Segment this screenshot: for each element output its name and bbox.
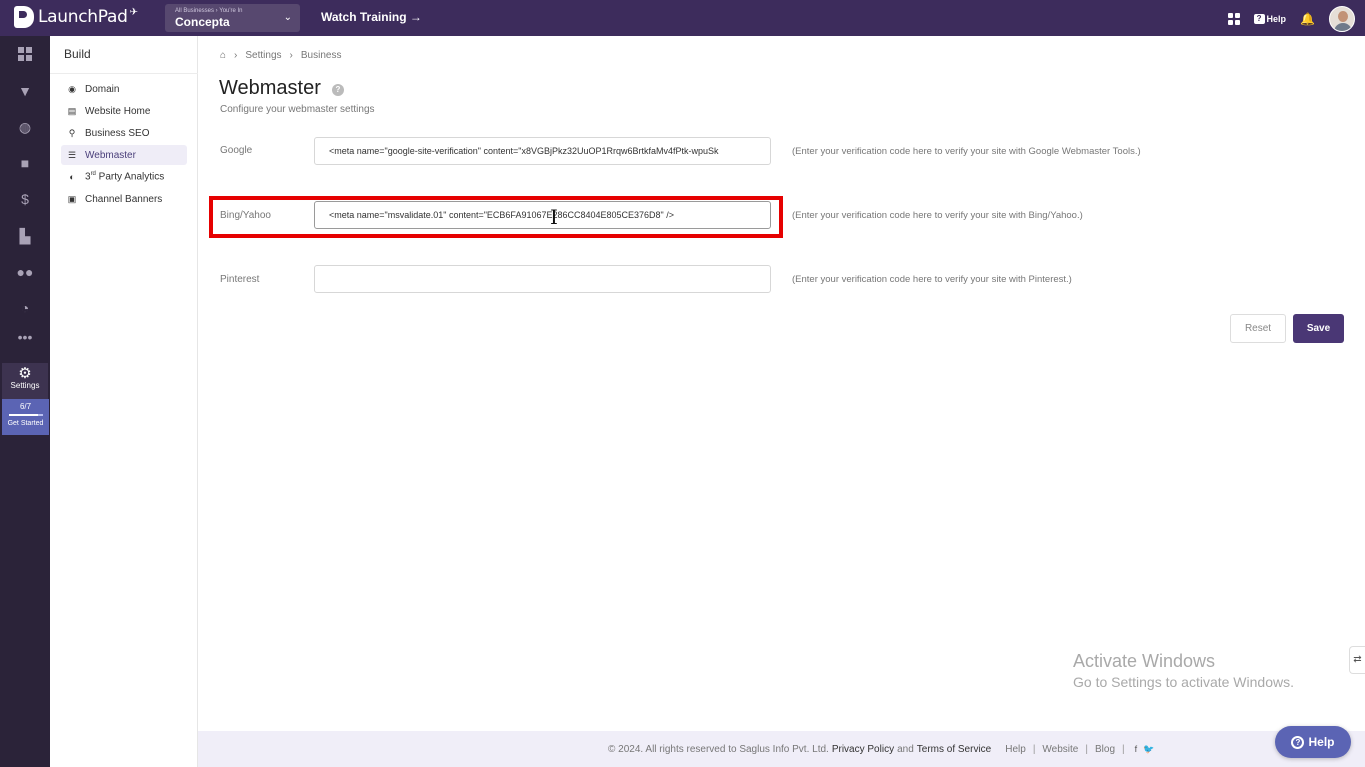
chevron-right-icon: › [234, 50, 238, 61]
rocket-icon: ✈ [129, 6, 138, 18]
launchpad-logo[interactable]: LaunchPad ✈ [14, 6, 138, 28]
sidebar-item-label: Domain [85, 83, 120, 95]
sidebar-item-label: Channel Banners [85, 193, 163, 205]
business-switcher[interactable]: All Businesses › You're In Concepta ⌄ [165, 4, 300, 32]
separator: | [1032, 743, 1036, 755]
watch-training-link[interactable]: Watch Training → [321, 10, 422, 24]
divider [50, 73, 198, 74]
help-question-icon[interactable]: ? [332, 84, 344, 96]
reset-button[interactable]: Reset [1230, 314, 1286, 343]
bing-verification-input[interactable]: <meta name="msvalidate.01" content="ECB6… [314, 201, 771, 229]
dollar-icon[interactable]: $ [0, 184, 50, 214]
settings-nav[interactable]: ⚙ Settings [2, 363, 48, 401]
sidebar-item-business-seo[interactable]: ⚲ Business SEO [61, 123, 187, 143]
analytics-icon: ◐ [69, 172, 75, 182]
sidebar-item-label: Website Home [85, 105, 151, 117]
twitter-icon[interactable]: 🐦 [1143, 744, 1154, 755]
user-avatar[interactable] [1329, 6, 1355, 32]
sidebar-item-label: Business SEO [85, 127, 150, 139]
and-text: and [897, 743, 914, 755]
chevron-down-icon: ⌄ [283, 12, 292, 23]
footer-blog-link[interactable]: Blog [1095, 744, 1115, 755]
feedback-tab-icon[interactable]: ⇄ [1349, 646, 1365, 674]
business-name: Concepta [175, 15, 230, 29]
windows-activation-watermark: Activate Windows Go to Settings to activ… [1073, 651, 1294, 690]
bing-label: Bing/Yahoo [220, 210, 271, 221]
pinterest-hint: (Enter your verification code here to ve… [792, 274, 1072, 285]
copyright-text: © 2024. All rights reserved to Saglus In… [608, 743, 829, 755]
home-icon[interactable]: ⌂ [220, 50, 226, 61]
google-hint: (Enter your verification code here to ve… [792, 146, 1141, 157]
gauge-icon[interactable]: ◔ [0, 293, 50, 323]
reports-icon[interactable]: ▙ [0, 221, 50, 251]
bing-hint: (Enter your verification code here to ve… [792, 210, 1083, 221]
more-icon[interactable]: ••• [0, 322, 50, 352]
separator: | [1085, 743, 1088, 755]
users-icon[interactable]: ●● [0, 257, 50, 287]
main-content: ⌂ › Settings › Business Webmaster ? Conf… [198, 36, 1365, 731]
get-started-label: Get Started [7, 420, 44, 427]
globe-nav-icon[interactable]: ◍ [0, 112, 50, 142]
help-chat-icon: ? [1253, 14, 1265, 24]
webpage-icon: ▤ [67, 105, 77, 116]
breadcrumb: ⌂ › Settings › Business [220, 50, 341, 61]
sidebar-item-label: 3rd Party Analytics [85, 171, 165, 183]
build-sidebar: Build ◉ Domain ▤ Website Home ⚲ Business… [50, 36, 198, 767]
footer: © 2024. All rights reserved to Saglus In… [198, 731, 1365, 767]
webmaster-icon: ☰ [67, 149, 77, 160]
get-started-progress[interactable]: 6/7 Get Started [2, 399, 49, 435]
sidebar-item-channel-banners[interactable]: ▣ Channel Banners [61, 189, 187, 209]
gear-icon: ⚙ [18, 365, 32, 382]
footer-help-link[interactable]: Help [1005, 744, 1026, 755]
watermark-line1: Activate Windows [1073, 651, 1216, 671]
banner-icon: ▣ [67, 193, 77, 204]
business-context-label: All Businesses › You're In [175, 8, 243, 14]
chevron-right-icon: › [289, 50, 293, 61]
brand-name: LaunchPad [38, 7, 128, 27]
separator: | [1122, 743, 1125, 755]
footer-website-link[interactable]: Website [1042, 744, 1078, 755]
help-circle-icon: ? [1291, 735, 1305, 749]
breadcrumb-settings[interactable]: Settings [245, 50, 281, 61]
pinterest-verification-input[interactable] [314, 265, 771, 293]
page-subtitle: Configure your webmaster settings [220, 104, 375, 115]
facebook-icon[interactable]: f [1135, 744, 1138, 754]
google-label: Google [220, 145, 253, 156]
sidebar-item-domain[interactable]: ◉ Domain [61, 79, 187, 99]
progress-count: 6/7 [19, 402, 32, 411]
apps-grid-icon[interactable] [1227, 13, 1240, 25]
sidebar-item-website-home[interactable]: ▤ Website Home [61, 101, 187, 121]
filter-icon[interactable]: ▼ [0, 76, 50, 106]
settings-label: Settings [10, 381, 40, 390]
terms-link[interactable]: Terms of Service [917, 744, 991, 755]
pinterest-label: Pinterest [220, 274, 260, 285]
watermark-line2: Go to Settings to activate Windows. [1073, 674, 1294, 690]
help-button[interactable]: ? Help [1253, 14, 1287, 24]
top-bar: LaunchPad ✈ All Businesses › You're In C… [0, 0, 1365, 36]
search-icon: ⚲ [68, 127, 76, 138]
dashboard-icon[interactable] [0, 39, 50, 69]
floating-help-label: Help [1308, 735, 1335, 749]
sidebar-item-third-party-analytics[interactable]: ◐ 3rd Party Analytics [61, 167, 187, 187]
sidebar-item-webmaster[interactable]: ☰ Webmaster [61, 145, 187, 165]
icon-rail: ▼ ◍ ■ $ ▙ ●● ◔ ••• ⚙ Settings 6/7 Get St… [0, 36, 50, 767]
text-cursor-icon: I [550, 205, 558, 229]
progress-bar-fill [8, 414, 38, 416]
save-button[interactable]: Save [1293, 314, 1344, 343]
page-title: Webmaster [219, 77, 321, 99]
privacy-policy-link[interactable]: Privacy Policy [832, 744, 894, 755]
floating-help-button[interactable]: ? Help [1275, 726, 1351, 758]
globe-icon: ◉ [68, 83, 76, 94]
google-verification-input[interactable]: <meta name="google-site-verification" co… [314, 137, 771, 165]
sidebar-item-label: Webmaster [85, 149, 136, 161]
sidebar-title: Build [64, 47, 91, 61]
video-icon[interactable]: ■ [0, 148, 50, 178]
help-label: Help [1266, 14, 1287, 24]
breadcrumb-business[interactable]: Business [301, 50, 342, 61]
notification-bell-icon[interactable]: 🔔 [1300, 12, 1315, 26]
logo-icon [14, 6, 34, 28]
progress-bar [8, 414, 43, 416]
